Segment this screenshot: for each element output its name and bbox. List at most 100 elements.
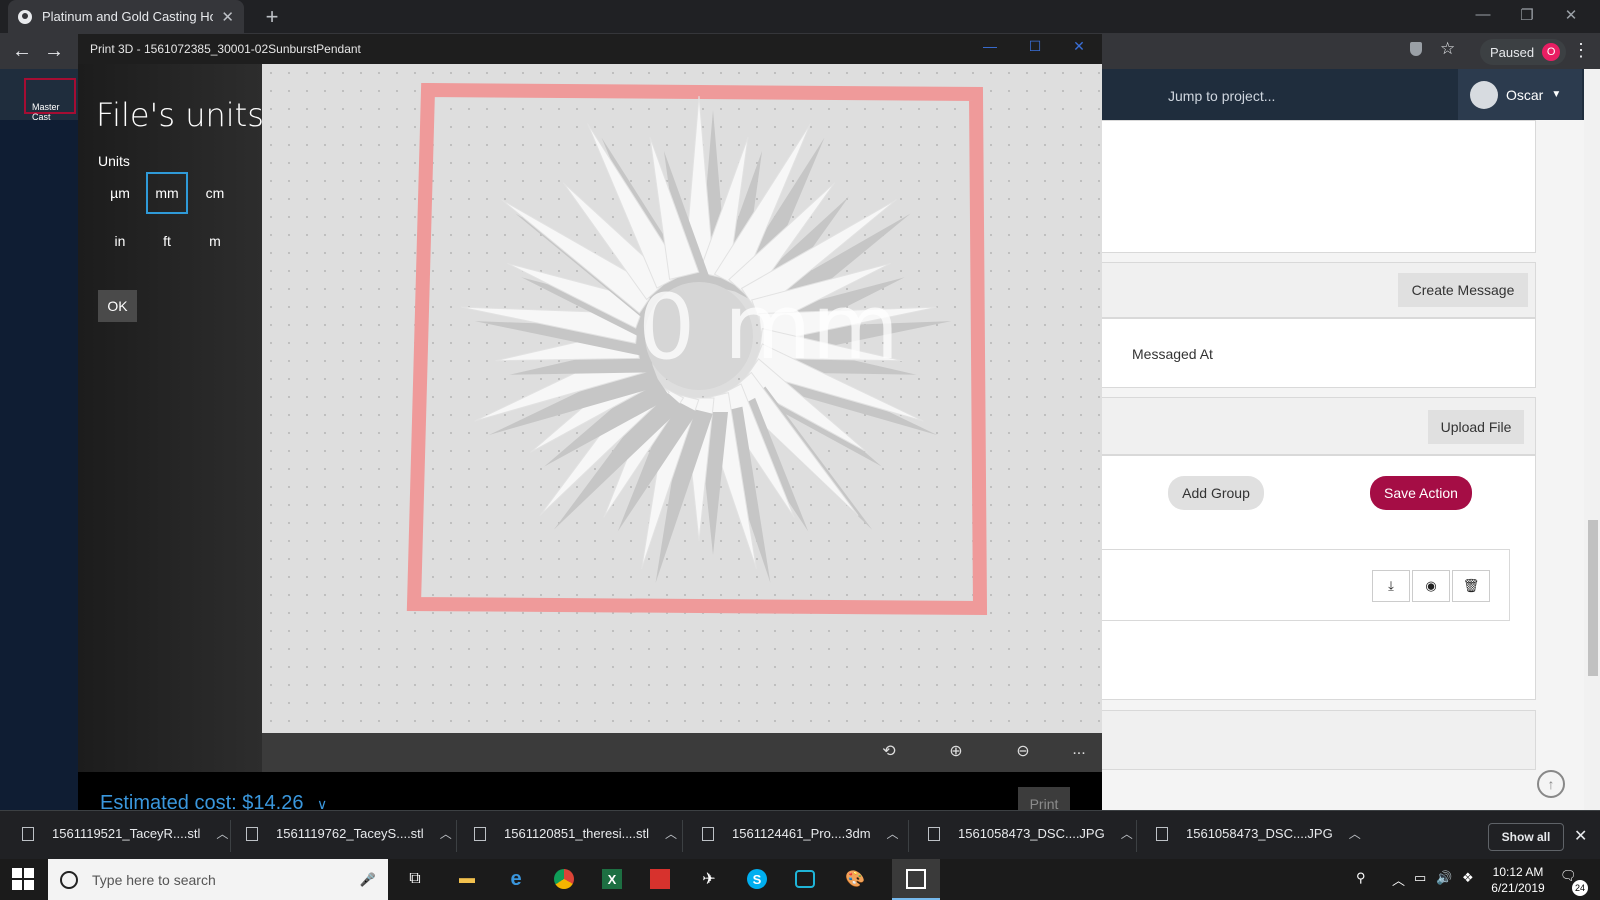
unit-option-millimeter[interactable]: mm — [146, 172, 188, 214]
shield-icon[interactable] — [1410, 42, 1422, 56]
windows-start-icon[interactable] — [12, 868, 34, 890]
page-scrollbar-thumb[interactable] — [1588, 520, 1598, 676]
browser-tab[interactable]: Platinum and Gold Casting House ✕ — [8, 0, 244, 33]
paint-icon[interactable]: 🎨 — [840, 865, 870, 893]
close-window-button[interactable]: ✕ — [1556, 6, 1586, 24]
3d-viewport[interactable]: 0 mm — [262, 64, 1102, 733]
unit-option-foot[interactable]: ft — [146, 220, 188, 262]
volume-icon[interactable]: 🔊 — [1436, 870, 1452, 886]
divider — [682, 820, 683, 852]
restore-window-button[interactable]: ❐ — [1512, 6, 1542, 24]
upload-file-button[interactable]: Upload File — [1428, 410, 1524, 444]
divider — [908, 820, 909, 852]
download-filename: 1561058473_DSC....JPG — [1186, 826, 1333, 841]
download-filename: 1561124461_Pro....3dm — [732, 826, 871, 841]
print-3d-taskbar-button[interactable] — [892, 859, 940, 900]
create-message-button[interactable]: Create Message — [1398, 273, 1528, 307]
edge-browser-icon[interactable]: e — [501, 865, 531, 893]
file-icon — [22, 826, 34, 841]
browser-menu-icon[interactable]: ⋮ — [1572, 40, 1590, 61]
download-filename: 1561120851_theresi....stl — [504, 826, 650, 841]
show-hidden-icons-icon[interactable]: ︿ — [1392, 870, 1405, 889]
file-explorer-icon[interactable]: ▬ — [452, 865, 482, 893]
chevron-up-icon[interactable]: ︿ — [440, 825, 452, 842]
messaged-at-column-header: Messaged At — [1132, 346, 1213, 362]
chevron-up-icon[interactable]: ︿ — [1349, 825, 1361, 842]
notification-count-badge: 24 — [1572, 880, 1588, 896]
taskbar-search-placeholder: Type here to search — [92, 871, 216, 888]
file-icon — [474, 826, 486, 841]
paused-label: Paused — [1490, 44, 1535, 60]
chrome-icon[interactable] — [549, 865, 579, 893]
network-icon[interactable]: ▭ — [1414, 870, 1426, 886]
viewport-toolbar — [262, 733, 1102, 772]
taskbar-clock[interactable]: 10:12 AM 6/21/2019 — [1488, 864, 1548, 896]
zoom-in-icon[interactable]: ⊕ — [943, 741, 969, 761]
units-label: Units — [98, 153, 130, 169]
dialog-close-button[interactable]: ✕ — [1064, 38, 1094, 55]
more-options-icon[interactable]: ... — [1066, 741, 1092, 759]
tab-close-icon[interactable]: ✕ — [221, 8, 234, 26]
dialog-minimize-button[interactable]: — — [975, 38, 1005, 54]
ok-button[interactable]: OK — [98, 290, 137, 322]
show-all-downloads-button[interactable]: Show all — [1488, 823, 1564, 851]
cortana-icon — [60, 870, 78, 889]
chevron-up-icon[interactable]: ︿ — [665, 825, 677, 842]
unit-option-inch[interactable]: in — [99, 220, 141, 262]
user-menu[interactable]: Oscar ▼ — [1458, 69, 1582, 120]
scroll-to-top-icon[interactable]: ↑ — [1537, 770, 1565, 798]
file-icon — [702, 826, 714, 841]
forward-arrow-icon[interactable]: → — [41, 40, 67, 63]
dialog-maximize-button[interactable]: ☐ — [1020, 38, 1050, 55]
file-icon — [1156, 826, 1168, 841]
close-downloads-shelf-icon[interactable]: ✕ — [1574, 826, 1587, 846]
reset-view-icon[interactable]: ⟲ — [876, 741, 902, 761]
skype-icon[interactable]: S — [742, 865, 772, 893]
user-name: Oscar — [1506, 86, 1544, 103]
rhino-icon[interactable]: ✈ — [694, 865, 724, 893]
dropbox-icon[interactable]: ❖ — [1462, 870, 1474, 886]
bookmark-star-icon[interactable]: ☆ — [1440, 39, 1455, 59]
save-action-button[interactable]: Save Action — [1370, 476, 1472, 510]
download-item[interactable]: 1561124461_Pro....3dm ︿ — [702, 825, 899, 842]
unit-option-centimeter[interactable]: cm — [194, 172, 236, 214]
chevron-up-icon[interactable]: ︿ — [1121, 825, 1133, 842]
download-filename: 1561058473_DSC....JPG — [958, 826, 1105, 841]
download-icon[interactable]: ⤓ — [1372, 570, 1410, 602]
chevron-up-icon[interactable]: ︿ — [887, 825, 899, 842]
unit-option-micrometer[interactable]: µm — [99, 172, 141, 214]
download-item[interactable]: 1561119762_TaceyS....stl ︿ — [246, 825, 452, 842]
model-dimension-overlay: 0 mm — [638, 275, 899, 380]
sync-app-icon[interactable] — [790, 865, 820, 893]
back-arrow-icon[interactable]: ← — [9, 40, 35, 63]
taskbar-search-box[interactable]: Type here to search 🎤 — [48, 859, 388, 900]
jump-to-project-input[interactable]: Jump to project... — [1168, 88, 1275, 104]
user-avatar — [1470, 80, 1498, 109]
download-item[interactable]: 1561058473_DSC....JPG ︿ — [1156, 825, 1361, 842]
eye-icon[interactable]: ◉ — [1412, 570, 1450, 602]
new-tab-button[interactable]: + — [262, 4, 282, 30]
download-item[interactable]: 1561119521_TaceyR....stl ︿ — [22, 825, 228, 842]
clock-time: 10:12 AM — [1492, 865, 1544, 879]
site-logo[interactable]: Master Cast — [24, 78, 76, 122]
people-icon[interactable]: ⚲ — [1356, 870, 1366, 886]
dialog-title: Print 3D - 1561072385_30001-02SunburstPe… — [78, 34, 1102, 64]
zoom-out-icon[interactable]: ⊖ — [1010, 741, 1036, 761]
chevron-up-icon[interactable]: ︿ — [216, 825, 228, 842]
download-item[interactable]: 1561120851_theresi....stl ︿ — [474, 825, 677, 842]
acrobat-icon[interactable] — [645, 865, 675, 893]
excel-icon[interactable]: X — [597, 865, 627, 893]
divider — [1136, 820, 1137, 852]
add-group-button[interactable]: Add Group — [1168, 476, 1264, 510]
model-preview[interactable]: 0 mm — [262, 64, 1102, 733]
sync-paused-button[interactable]: Paused O — [1480, 39, 1566, 65]
microphone-icon[interactable]: 🎤 — [360, 872, 376, 888]
minimize-window-button[interactable]: — — [1468, 6, 1498, 23]
page-scrollbar[interactable] — [1584, 69, 1600, 810]
unit-option-meter[interactable]: m — [194, 220, 236, 262]
task-view-icon[interactable]: ⧉ — [400, 865, 430, 893]
site-favicon-icon — [18, 9, 32, 24]
trash-icon[interactable]: 🗑 — [1452, 570, 1490, 602]
download-item[interactable]: 1561058473_DSC....JPG ︿ — [928, 825, 1133, 842]
file-icon — [928, 826, 940, 841]
